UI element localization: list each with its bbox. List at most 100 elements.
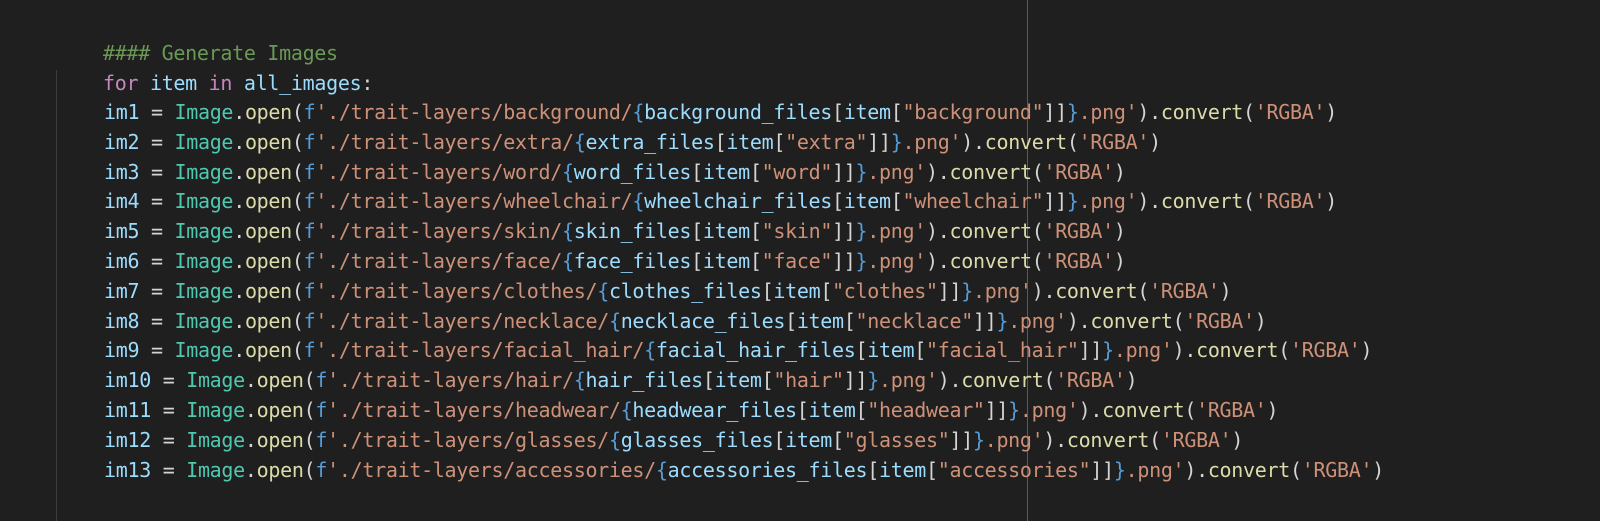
brace-token: { xyxy=(573,129,586,154)
dict-key-string: "clothes" xyxy=(832,278,938,303)
bracket-token: [ xyxy=(843,308,856,333)
function-name: open xyxy=(244,249,292,273)
class-name: Image xyxy=(186,427,245,452)
function-name: open xyxy=(244,129,292,154)
string-literal: './trait-layers/extra/ xyxy=(315,129,574,154)
assign-operator: = xyxy=(150,427,187,452)
code-line-im6[interactable]: im6 = Image.open(f'./trait-layers/face/{… xyxy=(56,246,1126,276)
function-name: convert xyxy=(949,219,1032,244)
paren-token: ( xyxy=(291,159,304,184)
paren-token: ) xyxy=(926,219,938,244)
code-editor[interactable]: #### Generate Images for item in all_ima… xyxy=(0,0,1600,521)
brace-token: { xyxy=(597,278,609,303)
bracket-token: ]] xyxy=(1090,457,1114,482)
dot-token: . xyxy=(1196,457,1208,482)
brace-token: } xyxy=(961,278,973,303)
dict-key-string: "skin" xyxy=(761,219,833,244)
files-variable: background_files xyxy=(644,100,833,124)
item-variable: item xyxy=(843,100,891,124)
iterable-variable: all_images xyxy=(243,71,362,95)
assign-operator: = xyxy=(150,398,187,422)
bracket-token: [ xyxy=(691,249,703,273)
bracket-token: [ xyxy=(832,189,844,214)
class-name: Image xyxy=(186,368,245,393)
paren-token: ( xyxy=(303,427,316,452)
dot-token: . xyxy=(244,398,257,422)
function-name: open xyxy=(244,100,292,124)
paren-token: ) xyxy=(1125,368,1138,393)
code-line-im11[interactable]: im11 = Image.open(f'./trait-layers/headw… xyxy=(56,395,1279,425)
class-name: Image xyxy=(186,457,245,482)
item-variable: item xyxy=(867,338,915,363)
dict-key-string: "background" xyxy=(902,100,1044,124)
string-literal: './trait-layers/glasses/ xyxy=(327,427,609,452)
code-line-im9[interactable]: im9 = Image.open(f'./trait-layers/facial… xyxy=(56,335,1373,365)
item-variable: item xyxy=(843,189,891,214)
code-line-im10[interactable]: im10 = Image.open(f'./trait-layers/hair/… xyxy=(56,365,1138,395)
string-literal: 'RGBA' xyxy=(1196,398,1267,422)
bracket-token: [ xyxy=(796,398,809,422)
string-literal: './trait-layers/accessories/ xyxy=(327,457,656,482)
bracket-token: [ xyxy=(691,159,703,184)
code-line-comment[interactable]: #### Generate Images xyxy=(56,8,338,65)
dot-token: . xyxy=(233,129,245,154)
item-variable: item xyxy=(796,308,844,333)
fstring-prefix: f xyxy=(303,129,316,154)
assign-operator: = xyxy=(150,368,187,393)
bracket-token: [ xyxy=(761,368,774,393)
files-variable: extra_files xyxy=(585,129,715,154)
assign-operator: = xyxy=(150,457,187,482)
brace-token: } xyxy=(1066,100,1079,124)
function-name: convert xyxy=(1207,457,1290,482)
dict-key-string: "hair" xyxy=(773,368,844,393)
code-line-im8[interactable]: im8 = Image.open(f'./trait-layers/neckla… xyxy=(56,306,1267,336)
paren-token: ) xyxy=(1266,398,1279,422)
code-line-im1[interactable]: im1 = Image.open(f'./trait-layers/backgr… xyxy=(56,97,1337,127)
code-line-im3[interactable]: im3 = Image.open(f'./trait-layers/word/{… xyxy=(56,157,1126,187)
code-line-im7[interactable]: im7 = Image.open(f'./trait-layers/clothe… xyxy=(56,276,1232,306)
paren-token: ) xyxy=(1043,427,1056,452)
paren-token: ) xyxy=(1172,338,1185,363)
item-variable: item xyxy=(702,249,750,273)
function-name: open xyxy=(256,368,304,393)
fstring-prefix: f xyxy=(303,249,316,273)
code-line-im2[interactable]: im2 = Image.open(f'./trait-layers/extra/… xyxy=(56,127,1161,157)
item-variable: item xyxy=(714,368,762,393)
bracket-token: [ xyxy=(890,189,903,214)
brace-token: { xyxy=(561,249,574,273)
dot-token: . xyxy=(1090,398,1103,422)
string-literal: .png' xyxy=(867,219,927,244)
bracket-token: [ xyxy=(785,308,797,333)
dot-token: . xyxy=(1078,308,1091,333)
dot-token: . xyxy=(937,249,950,273)
files-variable: headwear_files xyxy=(632,398,797,422)
code-line-im13[interactable]: im13 = Image.open(f'./trait-layers/acces… xyxy=(56,455,1384,485)
paren-token: ) xyxy=(961,129,973,154)
assign-operator: = xyxy=(139,159,175,184)
fstring-prefix: f xyxy=(303,100,316,124)
bracket-token: [ xyxy=(925,457,938,482)
bracket-token: [ xyxy=(867,457,879,482)
paren-token: ) xyxy=(1113,159,1126,184)
paren-token: ( xyxy=(1184,398,1197,422)
assign-operator: = xyxy=(139,189,175,214)
bracket-token: ]] xyxy=(1043,189,1067,214)
function-name: convert xyxy=(961,368,1044,393)
code-line-im4[interactable]: im4 = Image.open(f'./trait-layers/wheelc… xyxy=(56,186,1337,216)
files-variable: clothes_files xyxy=(608,278,762,303)
code-line-for-loop[interactable]: for item in all_images: xyxy=(56,38,373,95)
class-name: Image xyxy=(174,338,234,363)
function-name: open xyxy=(244,189,292,214)
dot-token: . xyxy=(244,457,257,482)
code-line-im5[interactable]: im5 = Image.open(f'./trait-layers/skin/{… xyxy=(56,216,1126,246)
brace-token: } xyxy=(1008,398,1020,422)
paren-token: ) xyxy=(926,249,938,273)
bracket-token: ]] xyxy=(832,159,856,184)
assign-operator: = xyxy=(139,100,175,124)
bracket-token: ]] xyxy=(832,249,856,273)
class-name: Image xyxy=(174,308,234,333)
code-line-im12[interactable]: im12 = Image.open(f'./trait-layers/glass… xyxy=(56,425,1243,455)
paren-token: ) xyxy=(1031,278,1044,303)
brace-token: { xyxy=(655,457,668,482)
fstring-prefix: f xyxy=(303,338,316,363)
